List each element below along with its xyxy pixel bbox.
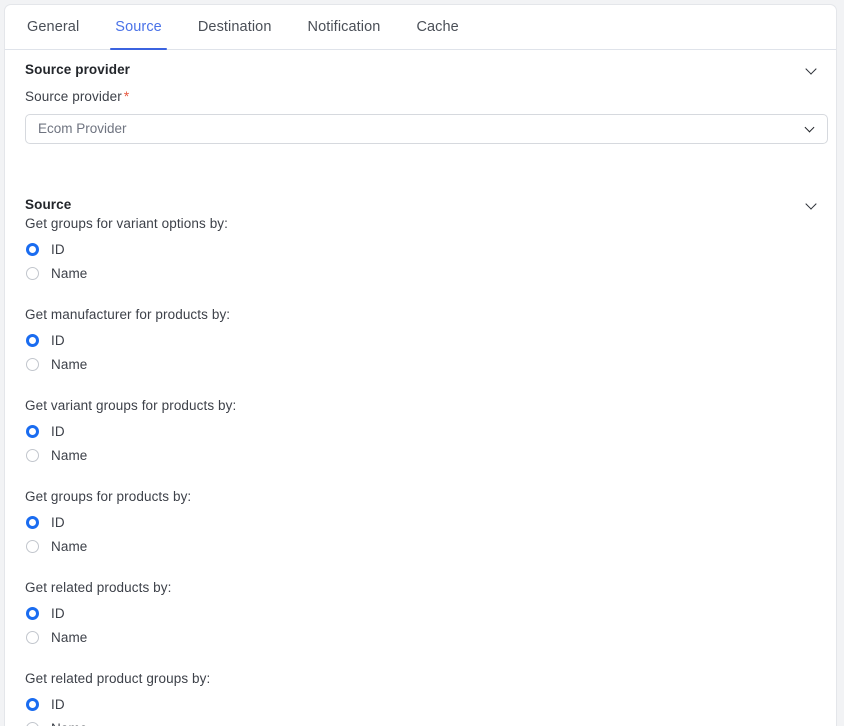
radio-option-name[interactable]: Name (25, 534, 836, 558)
radio-option-name[interactable]: Name (25, 261, 836, 285)
radio-option-label: ID (51, 423, 65, 439)
tab-destination[interactable]: Destination (180, 5, 290, 49)
settings-card: General Source Destination Notification Cach… (4, 4, 837, 726)
radio-button-icon[interactable] (26, 721, 39, 726)
radio-group: Get related products by: ID Name (5, 580, 836, 671)
radio-option-name[interactable]: Name (25, 443, 836, 467)
section-header-source[interactable]: Source (5, 197, 836, 212)
radio-group: Get manufacturer for products by: ID Name (5, 307, 836, 398)
radio-option-name[interactable]: Name (25, 625, 836, 649)
radio-group-label: Get variant groups for products by: (25, 398, 237, 413)
radio-group-label: Get related products by: (25, 580, 172, 595)
radio-button-icon[interactable] (26, 424, 39, 438)
radio-option-label: ID (51, 332, 65, 348)
source-provider-field-label: Source provider * (5, 89, 836, 104)
radio-button-icon[interactable] (26, 357, 39, 371)
radio-group-label: Get groups for products by: (25, 489, 192, 504)
radio-option-id[interactable]: ID (25, 601, 836, 625)
radio-button-icon[interactable] (26, 333, 39, 347)
radio-group: Get groups for variant options by: ID Name (5, 216, 836, 307)
radio-option-name[interactable]: Name (25, 352, 836, 376)
radio-option-label: ID (51, 605, 65, 621)
radio-button-icon[interactable] (26, 539, 39, 553)
tab-source[interactable]: Source (97, 5, 180, 50)
tab-general[interactable]: General (9, 5, 97, 49)
radio-group: Get related product groups by: ID Name (5, 671, 836, 726)
radio-button-icon[interactable] (26, 242, 39, 256)
radio-option-label: Name (51, 447, 88, 463)
section-title-source-provider: Source provider (25, 62, 131, 77)
radio-group-label: Get related product groups by: (25, 671, 211, 686)
source-radio-groups: Get groups for variant options by: ID Name… (5, 216, 836, 726)
radio-button-icon[interactable] (26, 697, 39, 711)
radio-button-icon[interactable] (26, 606, 39, 620)
radio-button-icon[interactable] (26, 515, 39, 529)
radio-group: Get variant groups for products by: ID Nam… (5, 398, 836, 489)
radio-option-label: Name (51, 629, 88, 645)
radio-option-label: Name (51, 356, 88, 372)
required-asterisk: * (123, 89, 130, 104)
tab-bar: General Source Destination Notification Cach… (5, 5, 836, 50)
app-root: General Source Destination Notification Cach… (0, 0, 844, 726)
radio-button-icon[interactable] (26, 266, 39, 280)
chevron-down-icon[interactable] (806, 64, 818, 76)
source-provider-select-wrap: Ecom Provider (25, 114, 828, 144)
radio-option-id[interactable]: ID (25, 419, 836, 443)
radio-button-icon[interactable] (26, 448, 39, 462)
radio-group-label: Get manufacturer for products by: (25, 307, 231, 322)
radio-button-icon[interactable] (26, 630, 39, 644)
radio-option-id[interactable]: ID (25, 510, 836, 534)
source-provider-label-text: Source provider (25, 89, 122, 104)
radio-option-id[interactable]: ID (25, 237, 836, 261)
radio-option-label: Name (51, 721, 87, 726)
radio-group-label: Get groups for variant options by: (25, 216, 229, 231)
radio-option-label: ID (51, 241, 65, 257)
radio-option-name[interactable]: Name (25, 716, 836, 726)
radio-option-label: Name (51, 538, 88, 554)
tab-notification[interactable]: Notification (290, 5, 399, 49)
section-header-source-provider[interactable]: Source provider (5, 62, 836, 77)
radio-option-label: ID (51, 696, 65, 712)
tab-cache[interactable]: Cache (398, 5, 476, 49)
radio-option-label: ID (51, 514, 65, 530)
section-title-source: Source (25, 197, 72, 212)
radio-option-label: Name (51, 265, 88, 281)
chevron-down-icon[interactable] (806, 199, 818, 211)
radio-option-id[interactable]: ID (25, 328, 836, 352)
source-provider-select[interactable]: Ecom Provider (25, 114, 828, 144)
settings-body: Source provider Source provider * Ecom Pr… (5, 50, 836, 726)
radio-group: Get groups for products by: ID Name (5, 489, 836, 580)
radio-option-id[interactable]: ID (25, 692, 836, 716)
